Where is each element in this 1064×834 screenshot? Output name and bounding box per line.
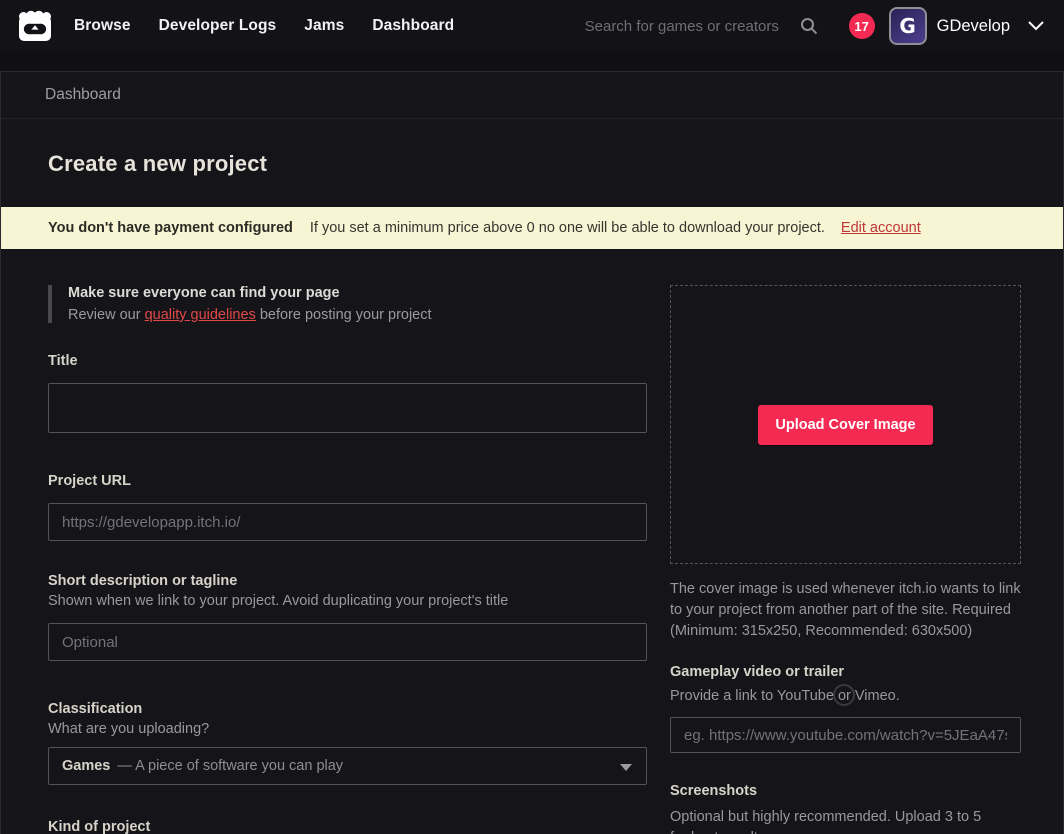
quality-notice: Make sure everyone can find your page Re…	[48, 285, 647, 323]
quality-notice-title: Make sure everyone can find your page	[68, 285, 647, 301]
select-dropdown-arrow-icon	[620, 764, 632, 771]
nav-jams[interactable]: Jams	[304, 17, 344, 35]
notice-text-prefix: Review our	[68, 307, 145, 323]
notice-text-suffix: before posting your project	[256, 307, 432, 323]
project-url-field-group: Project URL	[48, 473, 647, 541]
quality-guidelines-link[interactable]: quality guidelines	[145, 307, 256, 323]
search-input[interactable]	[585, 18, 797, 35]
title-input[interactable]	[48, 383, 647, 433]
upload-cover-image-button[interactable]: Upload Cover Image	[758, 405, 932, 445]
title-field-group: Title	[48, 353, 647, 433]
kind-of-project-label: Kind of project	[48, 819, 647, 834]
title-label: Title	[48, 353, 647, 369]
cover-image-dropzone[interactable]: Upload Cover Image	[670, 285, 1021, 564]
classification-field-group: Classification What are you uploading? G…	[48, 701, 647, 785]
gameplay-video-help-text: Provide a link to YouTube or Vimeo.	[670, 688, 900, 704]
screenshots-label: Screenshots	[670, 783, 1021, 799]
page-title: Create a new project	[48, 151, 1019, 177]
quality-notice-body: Review our quality guidelines before pos…	[68, 307, 647, 323]
screenshots-help: Optional but highly recommended. Upload …	[670, 807, 1000, 834]
project-url-input[interactable]	[48, 503, 647, 541]
breadcrumb-bar: Dashboard	[1, 72, 1063, 119]
classification-select[interactable]: Games — A piece of software you can play	[48, 747, 647, 785]
username[interactable]: GDevelop	[937, 17, 1010, 36]
payment-warning-banner: You don't have payment configured If you…	[1, 207, 1063, 249]
chevron-down-icon[interactable]	[1028, 21, 1044, 31]
cover-image-help: The cover image is used whenever itch.io…	[670, 579, 1021, 642]
gameplay-video-help: Provide a link to YouTube or Vimeo.	[670, 688, 1021, 704]
project-url-label: Project URL	[48, 473, 647, 489]
gameplay-video-input[interactable]	[670, 717, 1021, 753]
itchio-logo-icon[interactable]	[16, 7, 56, 45]
main-nav: Browse Developer Logs Jams Dashboard	[74, 17, 454, 35]
cursor-ring	[833, 684, 855, 706]
form-left-column: Make sure everyone can find your page Re…	[48, 285, 647, 834]
classification-label: Classification	[48, 701, 647, 717]
nav-developer-logs[interactable]: Developer Logs	[159, 17, 277, 35]
short-description-input[interactable]	[48, 623, 647, 661]
short-description-field-group: Short description or tagline Shown when …	[48, 573, 647, 661]
classification-selected-desc: — A piece of software you can play	[117, 758, 343, 774]
nav-dashboard[interactable]: Dashboard	[372, 17, 454, 35]
form-main: Make sure everyone can find your page Re…	[1, 249, 1063, 834]
classification-selected-value: Games	[62, 758, 110, 774]
notification-badge[interactable]: 17	[849, 13, 875, 39]
navbar-right: 17 G GDevelop	[585, 7, 1044, 45]
nav-browse[interactable]: Browse	[74, 17, 131, 35]
breadcrumb[interactable]: Dashboard	[45, 86, 121, 104]
banner-bold-text: You don't have payment configured	[48, 220, 293, 236]
top-navbar: Browse Developer Logs Jams Dashboard 17 …	[0, 0, 1064, 52]
gameplay-video-label: Gameplay video or trailer	[670, 664, 1021, 680]
heading-block: Create a new project	[1, 119, 1063, 207]
form-right-column: Upload Cover Image The cover image is us…	[670, 285, 1021, 834]
edit-account-link[interactable]: Edit account	[841, 220, 921, 236]
classification-help: What are you uploading?	[48, 721, 647, 737]
short-description-label: Short description or tagline	[48, 573, 647, 589]
short-description-help: Shown when we link to your project. Avoi…	[48, 593, 647, 609]
avatar[interactable]: G	[889, 7, 927, 45]
page-container: Dashboard Create a new project You don't…	[0, 71, 1064, 834]
banner-text: If you set a minimum price above 0 no on…	[310, 220, 825, 236]
search-icon[interactable]	[799, 16, 819, 36]
